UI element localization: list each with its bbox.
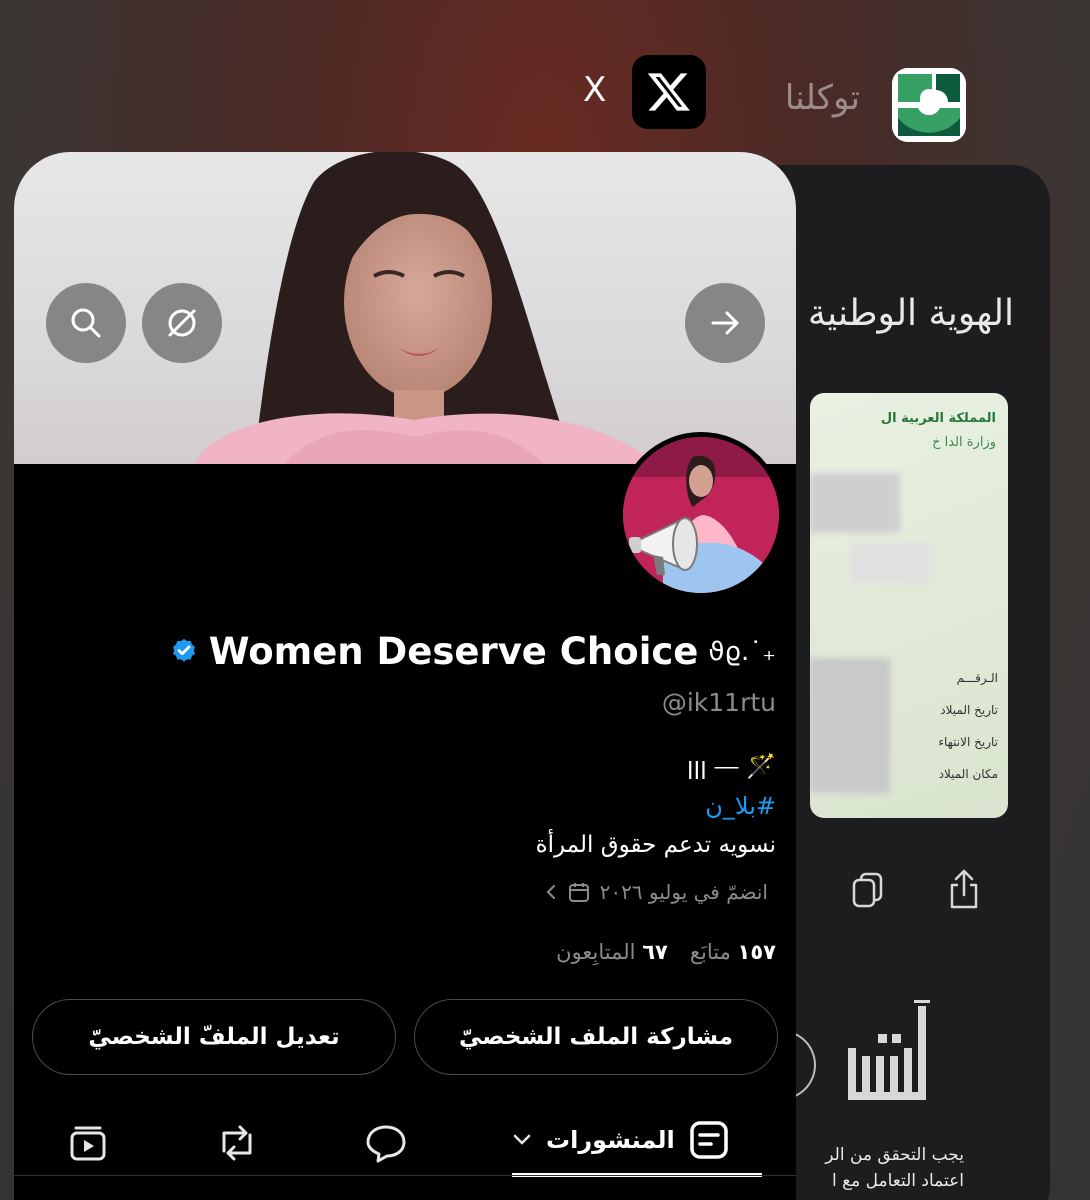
following-label: متابَع	[689, 940, 731, 964]
chevron-down-icon	[513, 1134, 531, 1145]
display-name-text: Women Deserve Choice	[208, 630, 699, 673]
absher-note-line1: يجب التحقق من الر	[825, 1145, 964, 1165]
tawakkalna-logo-icon	[892, 68, 966, 142]
share-profile-button[interactable]: مشاركة الملف الشخصيّ	[414, 999, 778, 1075]
id-field-birthplace: مكان الميلاد	[938, 767, 998, 781]
posts-icon	[690, 1121, 728, 1159]
x-app-label: X	[583, 70, 607, 110]
following-count: ١٥٧	[737, 940, 776, 964]
banner-portrait-illustration	[194, 152, 654, 464]
edit-profile-button[interactable]: تعديل الملفّ الشخصيّ	[32, 999, 396, 1075]
bio-decoration: ꞁꞁꞁ ⎯⎯ 🪄	[686, 752, 776, 780]
profile-avatar[interactable]	[618, 432, 784, 598]
id-card-header: المملكة العربية ال	[880, 411, 996, 426]
redacted-area	[810, 658, 890, 793]
id-field-expiry: تاريخ الانتهاء	[938, 735, 998, 749]
bio-text: نسويه تدعم حقوق المرأة	[535, 832, 776, 858]
id-field-birthdate: تاريخ الميلاد	[940, 703, 998, 717]
absher-logo-icon	[848, 1000, 930, 1100]
forward-button[interactable]	[685, 283, 765, 363]
redacted-area	[810, 473, 900, 533]
display-name-decoration: ϑϱ.˙₊	[708, 636, 776, 667]
chevron-left-icon	[546, 885, 555, 899]
avatar-image	[623, 437, 779, 593]
tawakkalna-app-icon[interactable]	[892, 68, 966, 142]
national-id-title: الهوية الوطنية	[807, 293, 1014, 334]
profile-banner-image[interactable]	[14, 152, 796, 464]
id-field-number: الـرقـــم	[956, 671, 998, 685]
followers-count: ٦٧	[642, 940, 668, 964]
following-stat[interactable]: ١٥٧ متابَع	[690, 940, 776, 964]
x-app-icon[interactable]	[632, 55, 706, 129]
tawakkalna-app-label: توكلنا	[784, 78, 860, 118]
tab-posts[interactable]: المنشورات	[512, 1107, 762, 1177]
tab-reposts-icon[interactable]	[214, 1121, 260, 1165]
tab-videos-icon[interactable]	[66, 1121, 110, 1165]
arrow-right-icon	[711, 311, 739, 335]
display-name: Women Deserve Choice ϑϱ.˙₊	[169, 630, 776, 673]
tab-replies-icon[interactable]	[364, 1121, 408, 1165]
joined-text: انضمّ في يوليو ٢٠٢٦	[599, 880, 768, 904]
calendar-icon	[568, 883, 589, 902]
redacted-area	[850, 543, 930, 583]
search-icon	[71, 308, 101, 338]
follow-stats: ١٥٧ متابَع ٦٧ المتابِعون	[556, 940, 776, 964]
x-app-card[interactable]: Women Deserve Choice ϑϱ.˙₊ @ik11rtu ꞁꞁꞁ …	[14, 152, 796, 1200]
joined-date[interactable]: انضمّ في يوليو ٢٠٢٦	[544, 880, 768, 904]
search-button[interactable]	[46, 283, 126, 363]
grok-button[interactable]	[142, 283, 222, 363]
national-id-card[interactable]: المملكة العربية ال وزارة الدا خ الـرقـــ…	[810, 393, 1008, 818]
profile-handle: @ik11rtu	[661, 688, 776, 717]
absher-note-line2: اعتماد التعامل مع ا	[831, 1171, 964, 1191]
copy-icon[interactable]	[850, 870, 886, 910]
grok-icon	[168, 309, 196, 337]
share-icon[interactable]	[946, 867, 982, 911]
x-logo-icon	[647, 73, 690, 111]
tab-divider	[14, 1175, 796, 1176]
followers-stat[interactable]: ٦٧ المتابِعون	[556, 940, 668, 964]
verified-badge-icon	[172, 638, 195, 662]
followers-label: المتابِعون	[556, 940, 636, 964]
tab-posts-label: المنشورات	[546, 1126, 675, 1154]
bio-hashtag-link[interactable]: #بلا_ن	[705, 792, 776, 820]
id-card-ministry: وزارة الدا خ	[932, 435, 996, 450]
